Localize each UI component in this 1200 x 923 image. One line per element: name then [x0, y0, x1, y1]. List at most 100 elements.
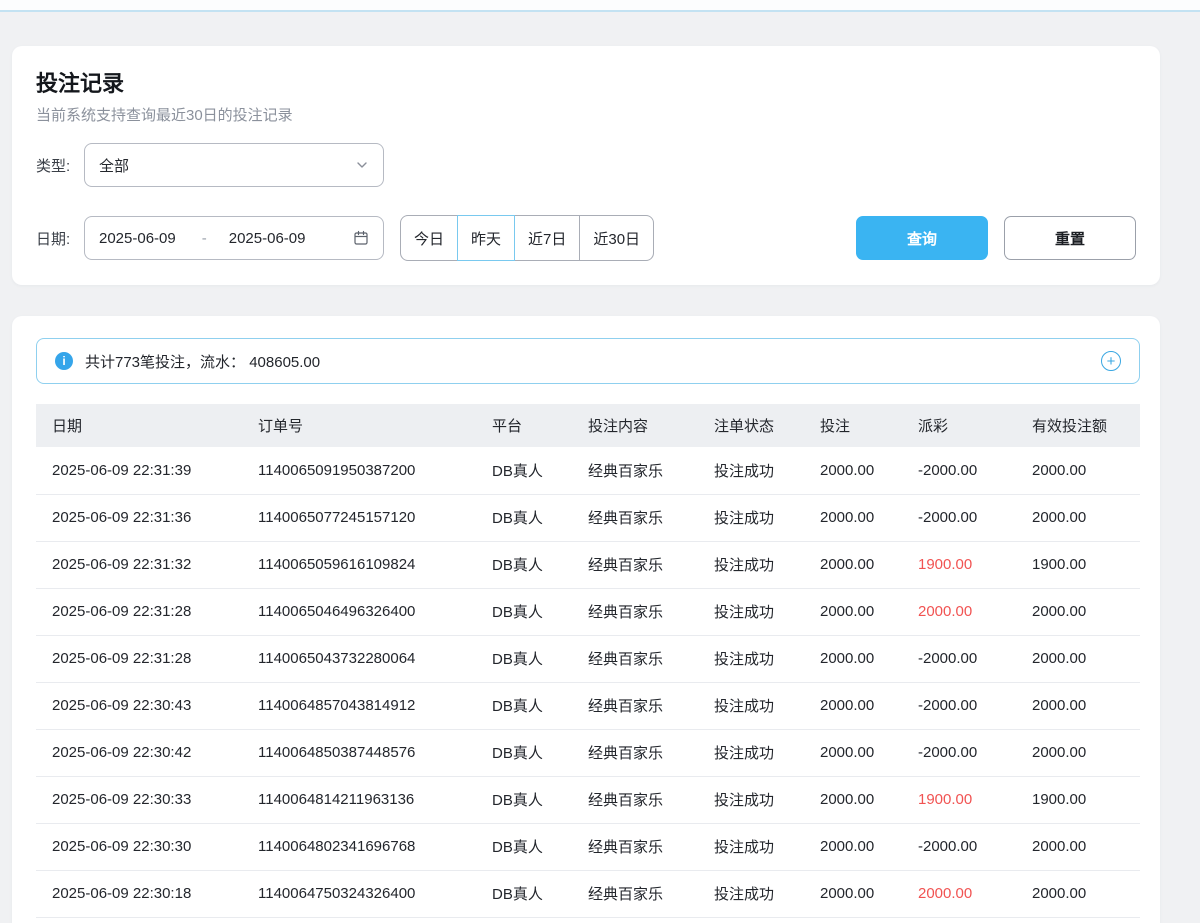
cell-date: 2025-06-09 22:30:33	[36, 776, 258, 823]
table-row: 2025-06-09 22:31:281140065046496326400DB…	[36, 588, 1140, 635]
cell-platform: DB真人	[492, 729, 588, 776]
cell-valid-bet: 2000.00	[1032, 447, 1140, 494]
cell-order-no: 1140065043732280064	[258, 635, 492, 682]
cell-valid-bet: 2000.00	[1032, 494, 1140, 541]
cell-platform: DB真人	[492, 588, 588, 635]
calendar-icon	[353, 230, 369, 246]
cell-bet-content: 经典百家乐	[588, 588, 714, 635]
cell-bet-amount: 2000.00	[820, 588, 918, 635]
table-row: 2025-06-09 22:30:421140064850387448576DB…	[36, 729, 1140, 776]
cell-platform: DB真人	[492, 494, 588, 541]
page-title: 投注记录	[36, 66, 1136, 98]
date-label: 日期:	[36, 228, 84, 249]
cell-status: 投注成功	[714, 635, 820, 682]
cell-bet-content: 经典百家乐	[588, 447, 714, 494]
records-table-header: 日期订单号平台投注内容注单状态投注派彩有效投注额	[36, 404, 1140, 447]
table-row: 2025-06-09 22:30:181140064750324326400DB…	[36, 870, 1140, 917]
cell-status: 投注成功	[714, 682, 820, 729]
type-select-value: 全部	[99, 155, 129, 176]
cell-valid-bet: 2000.00	[1032, 682, 1140, 729]
cell-status: 投注成功	[714, 494, 820, 541]
cell-order-no: 1140064850387448576	[258, 729, 492, 776]
cell-platform: DB真人	[492, 447, 588, 494]
cell-valid-bet: 1900.00	[1032, 776, 1140, 823]
cell-platform: DB真人	[492, 776, 588, 823]
table-row: 2025-06-09 22:30:431140064857043814912DB…	[36, 682, 1140, 729]
quick-date-buttons: 今日昨天近7日近30日	[400, 215, 654, 261]
cell-bet-content: 经典百家乐	[588, 494, 714, 541]
cell-order-no: 1140065046496326400	[258, 588, 492, 635]
summary-banner: i 共计773笔投注，流水： 408605.00 +	[36, 338, 1140, 384]
cell-bet-content: 经典百家乐	[588, 823, 714, 870]
type-label: 类型:	[36, 155, 84, 176]
cell-order-no: 1140064857043814912	[258, 682, 492, 729]
cell-bet-amount: 2000.00	[820, 494, 918, 541]
cell-bet-content: 经典百家乐	[588, 541, 714, 588]
cell-platform: DB真人	[492, 635, 588, 682]
quick-button-0[interactable]: 今日	[400, 215, 458, 261]
column-header-2: 平台	[492, 404, 588, 447]
type-filter-row: 类型: 全部	[36, 143, 1136, 187]
cell-bet-amount: 2000.00	[820, 823, 918, 870]
cell-valid-bet: 2000.00	[1032, 729, 1140, 776]
cell-payout: 2000.00	[918, 870, 1032, 917]
cell-payout: 2000.00	[918, 588, 1032, 635]
date-end-value: 2025-06-09	[229, 230, 306, 247]
date-range-picker[interactable]: 2025-06-09 - 2025-06-09	[84, 216, 384, 260]
search-button[interactable]: 查询	[856, 216, 988, 260]
info-icon: i	[55, 352, 73, 370]
cell-payout: -2000.00	[918, 635, 1032, 682]
cell-payout: 1900.00	[918, 776, 1032, 823]
table-row: 2025-06-09 22:31:361140065077245157120DB…	[36, 494, 1140, 541]
quick-button-3[interactable]: 近30日	[579, 215, 654, 261]
cell-order-no: 1140064802341696768	[258, 823, 492, 870]
cell-bet-amount: 2000.00	[820, 870, 918, 917]
table-row: 2025-06-09 22:30:331140064814211963136DB…	[36, 776, 1140, 823]
chevron-down-icon	[355, 158, 369, 172]
cell-order-no: 1140064750324326400	[258, 870, 492, 917]
table-row: 2025-06-09 22:31:321140065059616109824DB…	[36, 541, 1140, 588]
cell-status: 投注成功	[714, 870, 820, 917]
quick-button-1[interactable]: 昨天	[457, 215, 515, 261]
table-row: 2025-06-09 22:31:281140065043732280064DB…	[36, 635, 1140, 682]
cell-status: 投注成功	[714, 729, 820, 776]
cell-order-no: 1140065091950387200	[258, 447, 492, 494]
cell-platform: DB真人	[492, 541, 588, 588]
cell-valid-bet: 2000.00	[1032, 823, 1140, 870]
cell-date: 2025-06-09 22:31:36	[36, 494, 258, 541]
cell-order-no: 1140065077245157120	[258, 494, 492, 541]
expand-plus-icon[interactable]: +	[1101, 351, 1121, 371]
cell-valid-bet: 2000.00	[1032, 870, 1140, 917]
cell-bet-amount: 2000.00	[820, 447, 918, 494]
cell-date: 2025-06-09 22:30:18	[36, 870, 258, 917]
date-start-value: 2025-06-09	[99, 230, 176, 247]
cell-bet-content: 经典百家乐	[588, 682, 714, 729]
cell-date: 2025-06-09 22:30:30	[36, 823, 258, 870]
cell-status: 投注成功	[714, 776, 820, 823]
cell-valid-bet: 1900.00	[1032, 541, 1140, 588]
cell-bet-content: 经典百家乐	[588, 776, 714, 823]
column-header-0: 日期	[36, 404, 258, 447]
cell-platform: DB真人	[492, 682, 588, 729]
cell-bet-amount: 2000.00	[820, 729, 918, 776]
filter-actions: 查询 重置	[856, 216, 1136, 260]
reset-button[interactable]: 重置	[1004, 216, 1136, 260]
date-filter-row: 日期: 2025-06-09 - 2025-06-09 今日昨天近7日近30日 …	[36, 215, 1136, 261]
type-select[interactable]: 全部	[84, 143, 384, 187]
header-row: 日期订单号平台投注内容注单状态投注派彩有效投注额	[36, 404, 1140, 447]
cell-payout: -2000.00	[918, 494, 1032, 541]
quick-button-2[interactable]: 近7日	[514, 215, 580, 261]
cell-order-no: 1140065059616109824	[258, 541, 492, 588]
cell-payout: -2000.00	[918, 823, 1032, 870]
cell-date: 2025-06-09 22:30:43	[36, 682, 258, 729]
cell-date: 2025-06-09 22:31:39	[36, 447, 258, 494]
summary-text: 共计773笔投注，流水： 408605.00	[85, 351, 320, 372]
column-header-3: 投注内容	[588, 404, 714, 447]
table-row: 2025-06-09 22:31:391140065091950387200DB…	[36, 447, 1140, 494]
records-table-body: 2025-06-09 22:31:391140065091950387200DB…	[36, 447, 1140, 917]
cell-payout: -2000.00	[918, 447, 1032, 494]
cell-bet-amount: 2000.00	[820, 541, 918, 588]
date-range-separator: -	[202, 230, 207, 247]
cell-platform: DB真人	[492, 823, 588, 870]
filter-panel: 投注记录 当前系统支持查询最近30日的投注记录 类型: 全部 日期: 2025-…	[12, 46, 1160, 285]
